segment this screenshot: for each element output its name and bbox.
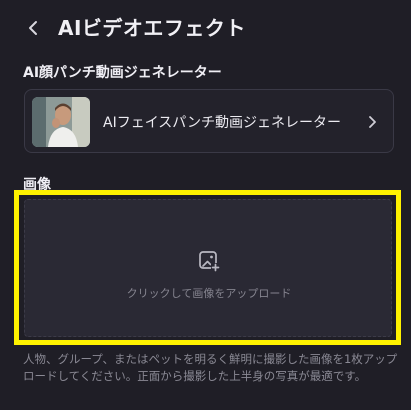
back-button[interactable] — [22, 16, 46, 40]
generator-thumbnail — [32, 97, 90, 147]
page-title: AIビデオエフェクト — [58, 16, 246, 40]
image-add-icon — [199, 251, 220, 272]
chevron-right-icon — [369, 116, 376, 128]
generator-section-label: AI顔パンチ動画ジェネレーター — [23, 65, 222, 81]
generator-card[interactable]: AIフェイスパンチ動画ジェネレーター — [24, 89, 394, 153]
page: AIビデオエフェクト AI顔パンチ動画ジェネレーター AIフェイスパンチ動画ジェ… — [0, 0, 411, 410]
upload-instruction: クリックして画像をアップロード — [126, 287, 292, 300]
generator-card-label: AIフェイスパンチ動画ジェネレーター — [103, 115, 341, 131]
image-upload-area[interactable]: クリックして画像をアップロード — [24, 199, 392, 337]
chevron-left-icon — [29, 21, 37, 35]
upload-hint: 人物、グループ、またはペットを明るく鮮明に撮影した画像を1枚アップロードしてくだ… — [23, 352, 398, 383]
header: AIビデオエフェクト — [0, 0, 411, 56]
